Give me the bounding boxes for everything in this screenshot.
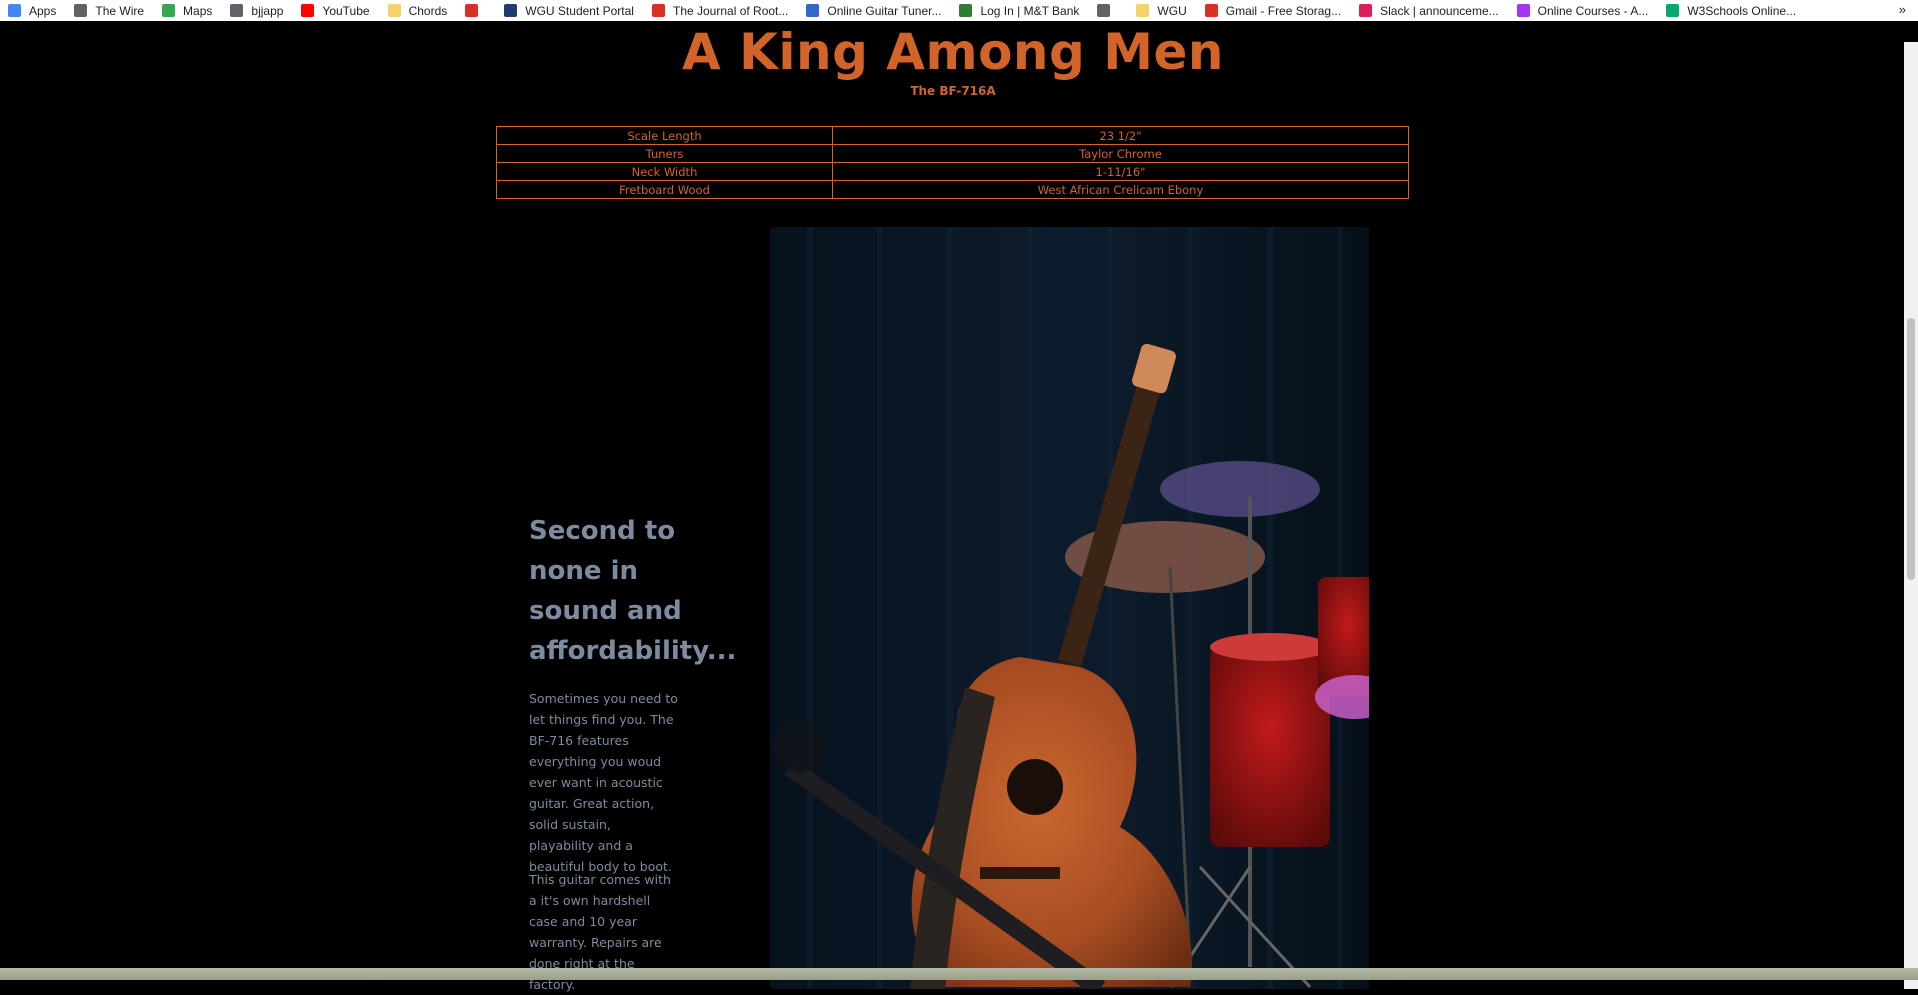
bookmarks-overflow-button[interactable]: »	[1899, 0, 1906, 21]
bookmark-favicon-icon	[387, 4, 401, 17]
spec-row: Scale Length 23 1/2"	[496, 126, 1409, 145]
taskbar	[0, 968, 1918, 980]
bookmark-item[interactable]: The Wire	[66, 0, 154, 21]
content-paragraph-1: Sometimes you need to let things find yo…	[529, 691, 678, 874]
spec-value: Taylor Chrome	[832, 144, 1409, 163]
bookmark-favicon-icon	[74, 4, 88, 17]
bookmark-label: Maps	[183, 3, 213, 18]
spec-row: Fretboard Wood West African Crelicam Ebon…	[496, 180, 1409, 199]
bookmark-favicon-icon	[8, 4, 21, 17]
bookmark-label: Online Courses - A...	[1537, 3, 1649, 18]
bookmark-item[interactable]: Slack | announceme...	[1351, 0, 1509, 21]
bookmark-item[interactable]: Log In | M&T Bank	[951, 0, 1089, 21]
bookmark-item[interactable]	[1089, 0, 1128, 21]
scrollbar-thumb[interactable]	[1907, 318, 1915, 580]
page-subtitle: The BF-716A	[910, 84, 996, 98]
spec-row: Neck Width 1-11/16"	[496, 162, 1409, 181]
bookmark-item[interactable]: Online Courses - A...	[1509, 0, 1659, 21]
bookmark-item[interactable]: YouTube	[293, 0, 379, 21]
content-heading: Second to none in sound and affordabilit…	[529, 516, 737, 666]
bookmark-label: Apps	[29, 3, 57, 18]
bookmark-label: WGU	[1157, 3, 1187, 18]
bookmark-favicon-icon	[1516, 4, 1530, 17]
bookmark-label: Chords	[408, 3, 448, 18]
bookmark-item[interactable]: The Journal of Root...	[644, 0, 798, 21]
spec-key: Neck Width	[496, 162, 833, 181]
spec-value: 23 1/2"	[832, 126, 1409, 145]
bookmark-item[interactable]: Apps	[0, 0, 66, 21]
bookmark-favicon-icon	[1666, 4, 1680, 17]
bookmark-item[interactable]: Online Guitar Tuner...	[798, 0, 951, 21]
bookmark-favicon-icon	[1204, 4, 1218, 17]
bookmark-label: bjjapp	[251, 3, 284, 18]
bookmark-favicon-icon	[465, 4, 479, 17]
bookmark-item[interactable]: Gmail - Free Storag...	[1197, 0, 1351, 21]
bookmark-label: WGU Student Portal	[525, 3, 634, 18]
bookmark-label: Log In | M&T Bank	[980, 3, 1080, 18]
bookmark-favicon-icon	[1097, 4, 1111, 17]
bookmark-item[interactable]: WGU	[1128, 0, 1196, 21]
bookmark-item[interactable]: bjjapp	[222, 0, 293, 21]
bookmark-favicon-icon	[230, 4, 244, 17]
bookmark-label: W3Schools Online...	[1687, 3, 1797, 18]
bookmark-label: The Journal of Root...	[672, 3, 789, 18]
bookmark-label: Gmail - Free Storag...	[1225, 3, 1342, 18]
bookmark-item[interactable]: W3Schools Online...	[1658, 0, 1806, 21]
guitar-photo-illustration	[770, 227, 1369, 989]
bookmark-label: YouTube	[322, 3, 370, 18]
spec-value: West African Crelicam Ebony	[832, 180, 1409, 199]
bookmark-item[interactable]: Chords	[380, 0, 458, 21]
bookmark-item[interactable]: WGU Student Portal	[496, 0, 644, 21]
bookmark-favicon-icon	[1136, 4, 1150, 17]
page-content: A King Among Men The BF-716A Scale Lengt…	[0, 21, 1918, 992]
spec-key: Fretboard Wood	[496, 180, 833, 199]
bookmark-favicon-icon	[651, 4, 665, 17]
bookmark-favicon-icon	[301, 4, 315, 17]
bookmark-item[interactable]	[457, 0, 496, 21]
page-title: A King Among Men	[682, 23, 1224, 81]
spec-key: Tuners	[496, 144, 833, 163]
bookmark-favicon-icon	[504, 4, 518, 17]
bookmark-favicon-icon	[162, 4, 176, 17]
scrollbar[interactable]	[1904, 42, 1918, 989]
specs-table: Scale Length 23 1/2" Tuners Taylor Chrome Ne…	[496, 126, 1409, 199]
guitar-image	[770, 227, 1369, 989]
spec-value: 1-11/16"	[832, 162, 1409, 181]
spec-key: Scale Length	[496, 126, 833, 145]
bookmark-item[interactable]: Maps	[154, 0, 222, 21]
bookmark-label: The Wire	[95, 3, 145, 18]
bookmark-favicon-icon	[1359, 4, 1373, 17]
spec-row: Tuners Taylor Chrome	[496, 144, 1409, 163]
bookmark-label: Online Guitar Tuner...	[827, 3, 942, 18]
bookmark-favicon-icon	[959, 4, 973, 17]
bookmark-label: Slack | announceme...	[1380, 3, 1499, 18]
bookmark-favicon-icon	[806, 4, 820, 17]
bookmarks-bar: Apps The Wire Maps bjjapp YouTube Chords WGU S…	[0, 0, 1918, 21]
